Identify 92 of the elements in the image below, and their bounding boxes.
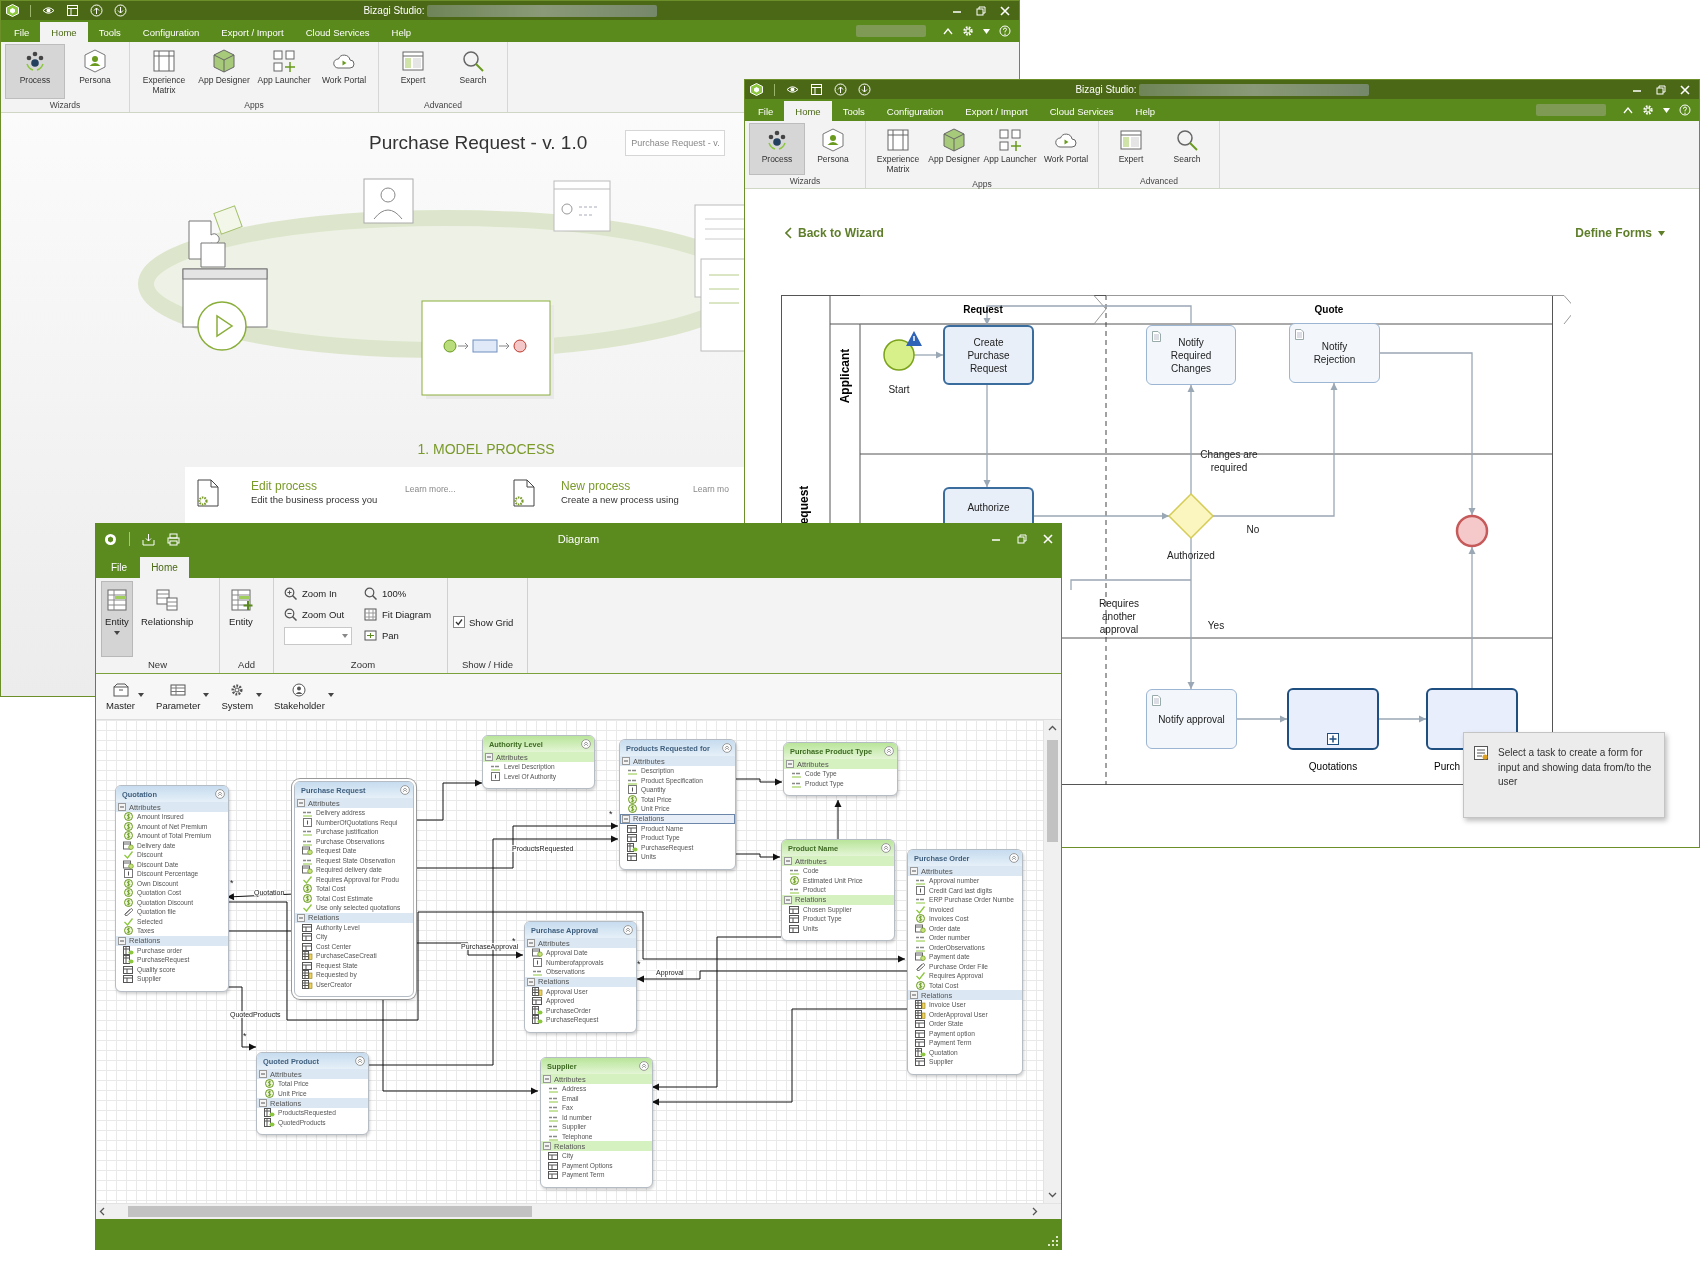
toolbar-button[interactable]: Parameter [156,682,201,711]
group-label: Add [238,659,255,670]
zoom-command[interactable]: Fit Diagram [364,606,432,623]
task[interactable]: Notify approval [1146,689,1237,749]
phase-label: Request [963,304,1003,315]
menu-tab[interactable]: Configuration [875,101,955,121]
zoom-command[interactable]: Pan [364,627,432,644]
group-label: Apps [971,177,993,191]
ribbon-button[interactable]: Work Portal [1038,123,1094,178]
window-title: Diagram [557,533,600,545]
ribbon-button[interactable]: Experience Matrix [870,123,926,178]
zoom-command[interactable]: Zoom Out [284,606,352,623]
ribbon-button[interactable]: Process [5,44,65,99]
option-title: New process [561,479,632,493]
ribbon-button[interactable]: App Launcher [982,123,1038,178]
menu-tab[interactable]: File [100,557,139,578]
learn-more-link[interactable]: Learn more... [405,484,456,494]
ribbon-button[interactable]: App Launcher [254,44,314,99]
menu-tab[interactable]: Export / Import [954,101,1039,121]
menu-tab[interactable]: Home [140,557,189,578]
multiplicity-label: * [512,936,516,946]
group-label: Show / Hide [461,659,514,670]
menu-tab[interactable]: Home [784,101,832,121]
group-label: Advanced [1139,175,1179,188]
group-label: Advanced [423,99,463,112]
lane-label: equest [797,485,811,525]
phase-label: Quote [1314,304,1344,315]
learn-more-link[interactable]: Learn mo [693,484,729,494]
step-title: 1. MODEL PROCESS [417,441,555,457]
menu-tab[interactable]: Export / Import [210,22,295,42]
define-forms-menu[interactable]: Define Forms [1575,226,1665,240]
ribbon-button[interactable]: Work Portal [314,44,374,99]
menu-tab[interactable]: Tools [831,101,876,121]
menu-tab[interactable]: File [747,101,785,121]
menu-tab[interactable]: Home [40,22,88,42]
ribbon-button[interactable]: Entity [101,581,133,657]
ribbon-button[interactable]: Process [749,123,805,175]
group-label: Zoom [350,659,376,670]
multiplicity-label: * [609,809,613,819]
task[interactable]: Notify Rejection [1289,323,1380,383]
menu-tab[interactable]: File [3,22,41,42]
flow-label: No [1245,522,1261,536]
checkbox-label[interactable]: Show Grid [469,616,514,628]
lane-label: Applicant [838,348,852,404]
subprocess-label: Quotations [1308,761,1358,772]
window-title: Bizagi Studio: [363,5,425,16]
process-search-field[interactable]: Purchase Request - v. [625,130,726,156]
ribbon-button[interactable]: App Designer [926,123,982,178]
task[interactable]: Notify Required Changes [1146,325,1236,385]
gateway-label: Authorized [1167,548,1215,562]
ribbon-button[interactable]: Entity [225,581,257,657]
flow-label: Yes [1206,618,1226,632]
process-title: Purchase Request - v. 1.0 [369,132,588,154]
menu-tab[interactable]: Cloud Services [294,22,381,42]
ribbon-button[interactable]: Search [1159,123,1215,175]
multiplicity-label: * [637,959,641,969]
ribbon-button[interactable]: Persona [805,123,861,175]
group-label: Wizards [788,175,822,188]
task[interactable]: Authorize [943,487,1034,524]
window-title: Bizagi Studio: [1075,84,1137,95]
toolbar-button[interactable]: Stakeholder [274,682,325,711]
option-description: Create a new process using [561,494,679,505]
tooltip-text: Select a task to create a form for input and showing data from/to the user [1498,746,1653,789]
ribbon-button[interactable]: Search [443,44,503,99]
event-label: Start [888,382,910,396]
multiplicity-label: * [230,878,234,888]
toolbar-button[interactable]: Master [106,682,136,711]
zoom-command[interactable]: 100% [364,585,432,602]
menu-tab[interactable]: Configuration [131,22,211,42]
zoom-command[interactable]: Zoom In [284,585,352,602]
ribbon-button[interactable]: Expert [383,44,443,99]
ribbon-button[interactable]: Experience Matrix [134,44,194,99]
menu-tab[interactable]: Cloud Services [1038,101,1125,121]
menu-tab[interactable]: Tools [87,22,132,42]
menu-tab[interactable]: Help [380,22,423,42]
multiplicity-label: * [243,1031,247,1041]
flow-label: Requires another approval [1098,596,1140,636]
toolbar-button[interactable]: System [221,682,254,711]
ribbon-button[interactable]: Persona [65,44,125,99]
group-label: Wizards [48,99,82,112]
group-label: Apps [243,99,265,112]
group-label: New [148,659,167,670]
menu-tab[interactable]: Help [1124,101,1167,121]
back-link[interactable]: Back to Wizard [785,226,884,240]
ribbon-button[interactable]: Expert [1103,123,1159,175]
ribbon-button[interactable]: App Designer [194,44,254,99]
ribbon-button[interactable]: Relationship [137,581,198,657]
option-description: Edit the business process you [251,494,379,505]
subprocess-label: Purch [1434,761,1461,772]
option-title: Edit process [251,479,319,493]
task[interactable]: Create Purchase Request [943,325,1034,385]
flow-label: Changes are required [1199,448,1259,474]
